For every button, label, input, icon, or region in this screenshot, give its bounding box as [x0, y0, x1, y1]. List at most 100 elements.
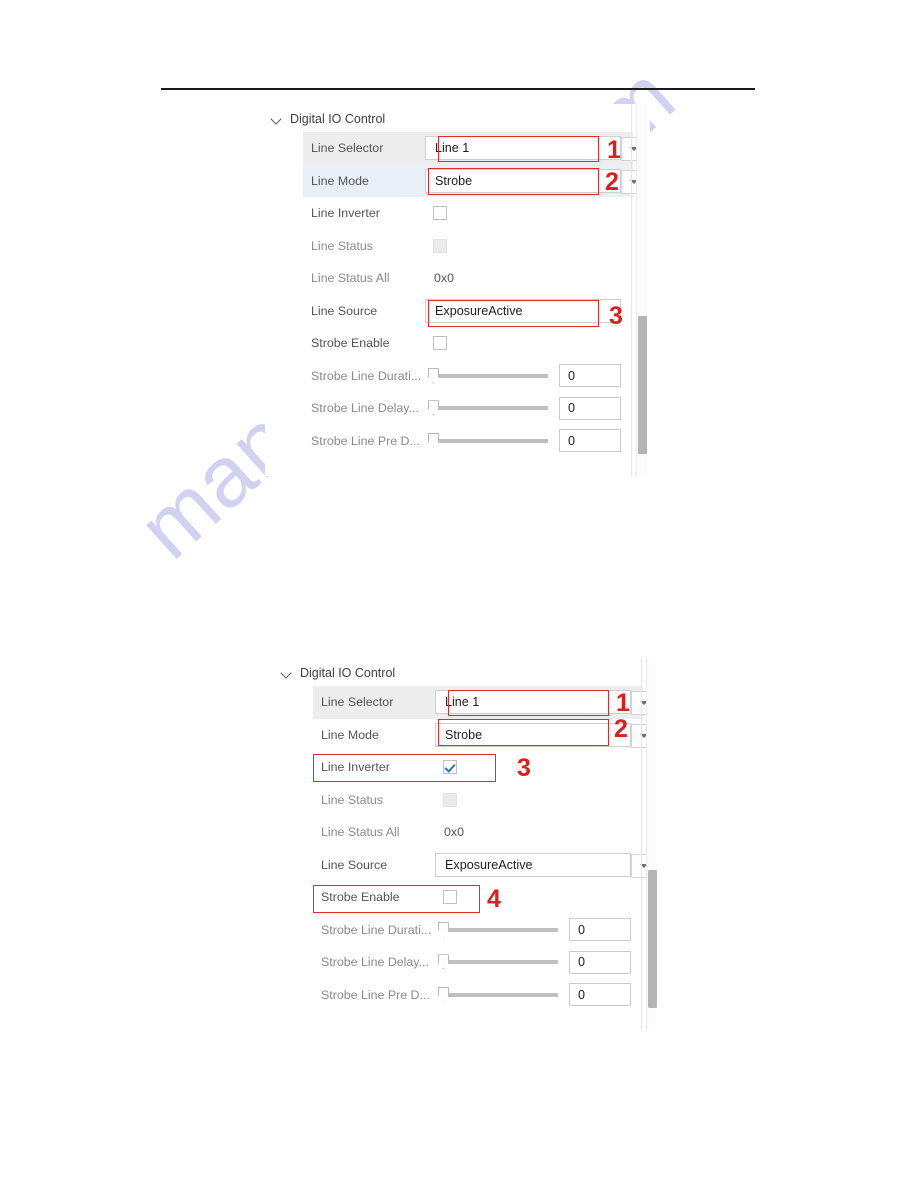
group-title: Digital IO Control	[290, 112, 386, 126]
scrollbar-thumb[interactable]	[638, 316, 647, 454]
line-inverter-checkbox[interactable]	[443, 760, 457, 775]
row-line-mode[interactable]: Line Mode Strobe	[313, 719, 656, 752]
group-header[interactable]: Digital IO Control	[281, 662, 395, 684]
line-selector-combo[interactable]: Line 1	[425, 136, 646, 162]
line-status-all-value: 0x0	[444, 825, 464, 840]
slider-thumb[interactable]	[428, 400, 439, 416]
strobe-line-duration-slider[interactable]	[428, 367, 548, 384]
row-line-selector[interactable]: Line Selector Line 1	[313, 686, 656, 719]
slider-thumb[interactable]	[438, 986, 449, 1002]
label-line-selector: Line Selector	[321, 695, 394, 710]
strobe-line-delay-slider[interactable]	[438, 954, 558, 970]
row-line-inverter[interactable]: Line Inverter	[303, 197, 633, 230]
line-status-checkbox	[433, 238, 447, 253]
strobe-line-delay-input[interactable]: 0	[569, 950, 631, 974]
slider-track	[447, 927, 558, 932]
value-strobe-line-pre-delay: 0	[435, 979, 643, 1012]
line-source-combo[interactable]: ExposureActive	[425, 298, 621, 323]
value-line-status	[425, 230, 633, 263]
row-strobe-line-delay[interactable]: Strobe Line Delay... 0	[303, 392, 633, 425]
group-header[interactable]: Digital IO Control	[271, 108, 385, 130]
strobe-line-pre-delay-input[interactable]: 0	[559, 429, 621, 453]
value-line-status-all: 0x0	[425, 262, 633, 295]
row-line-status: Line Status	[313, 784, 643, 817]
strobe-line-delay-input[interactable]: 0	[559, 396, 621, 420]
panel-separator	[641, 658, 642, 1030]
row-strobe-enable[interactable]: Strobe Enable	[303, 327, 633, 360]
property-grid: Line Selector Line 1 Line Mode Strobe Li…	[313, 686, 656, 1012]
label-line-status-all: Line Status All	[311, 271, 390, 286]
page-header-rule	[161, 88, 755, 90]
value-line-inverter	[425, 197, 633, 230]
annotation-number-4: 4	[487, 885, 501, 913]
chevron-down-icon[interactable]	[271, 114, 282, 125]
strobe-line-pre-delay-slider[interactable]	[438, 986, 558, 1003]
slider-thumb[interactable]	[438, 954, 449, 970]
row-strobe-line-pre-delay[interactable]: Strobe Line Pre D... 0	[303, 425, 633, 458]
line-inverter-checkbox[interactable]	[433, 206, 447, 221]
line-status-all-value: 0x0	[434, 271, 454, 286]
value-line-selector: Line 1	[425, 132, 646, 165]
figure-digital-io-control-2: Digital IO Control Line Selector Line 1 …	[275, 658, 660, 1030]
label-line-status: Line Status	[311, 238, 373, 253]
label-strobe-line-pre-delay: Strobe Line Pre D...	[321, 987, 430, 1002]
line-selector-combo[interactable]: Line 1	[435, 690, 656, 716]
line-mode-value: Strobe	[435, 173, 473, 188]
strobe-line-duration-input[interactable]: 0	[559, 364, 621, 388]
strobe-line-duration-input[interactable]: 0	[569, 918, 631, 942]
label-strobe-line-duration: Strobe Line Durati...	[311, 368, 422, 383]
row-line-selector[interactable]: Line Selector Line 1	[303, 132, 646, 165]
line-mode-combo[interactable]: Strobe	[435, 722, 656, 748]
row-line-inverter[interactable]: Line Inverter	[313, 751, 643, 784]
scrollbar-thumb[interactable]	[648, 870, 657, 1008]
row-strobe-line-pre-delay[interactable]: Strobe Line Pre D... 0	[313, 979, 643, 1012]
value-line-mode: Strobe	[435, 719, 656, 752]
row-line-source[interactable]: Line Source ExposureActive	[303, 295, 633, 328]
line-status-checkbox	[443, 792, 457, 807]
label-strobe-enable: Strobe Enable	[311, 336, 390, 351]
slider-track	[437, 373, 548, 378]
row-line-status-all: Line Status All 0x0	[303, 262, 633, 295]
strobe-line-pre-delay-slider[interactable]	[428, 432, 548, 449]
row-line-status-all: Line Status All 0x0	[313, 816, 643, 849]
line-mode-value: Strobe	[445, 727, 483, 742]
slider-thumb[interactable]	[428, 367, 439, 383]
group-title: Digital IO Control	[300, 666, 396, 680]
slider-track	[437, 438, 548, 443]
label-line-mode: Line Mode	[321, 727, 379, 742]
row-strobe-line-duration[interactable]: Strobe Line Durati... 0	[313, 914, 643, 947]
row-strobe-enable[interactable]: Strobe Enable	[313, 881, 643, 914]
slider-thumb[interactable]	[428, 432, 439, 448]
label-line-inverter: Line Inverter	[311, 206, 380, 221]
value-line-selector: Line 1	[435, 686, 656, 719]
chevron-down-icon[interactable]	[281, 668, 292, 679]
line-source-combo[interactable]: ExposureActive	[435, 852, 656, 878]
annotation-number-1: 1	[607, 136, 621, 164]
slider-thumb[interactable]	[438, 921, 449, 937]
value-line-source: ExposureActive	[435, 849, 656, 882]
panel-scrollbar[interactable]	[636, 104, 647, 476]
line-selector-value: Line 1	[435, 141, 470, 156]
strobe-line-pre-delay-input[interactable]: 0	[569, 983, 631, 1007]
row-strobe-line-delay[interactable]: Strobe Line Delay... 0	[313, 946, 643, 979]
row-line-source[interactable]: Line Source ExposureActive	[313, 849, 656, 882]
value-strobe-line-pre-delay: 0	[425, 425, 633, 458]
row-strobe-line-duration[interactable]: Strobe Line Durati... 0	[303, 360, 633, 393]
label-line-status: Line Status	[321, 792, 383, 807]
label-line-selector: Line Selector	[311, 141, 384, 156]
line-mode-combo[interactable]: Strobe	[425, 168, 646, 194]
annotation-number-2: 2	[605, 168, 619, 196]
strobe-enable-checkbox[interactable]	[443, 890, 457, 905]
value-strobe-line-delay: 0	[425, 392, 633, 425]
value-line-inverter	[435, 751, 643, 784]
panel-scrollbar[interactable]	[646, 658, 657, 1030]
label-strobe-enable: Strobe Enable	[321, 890, 400, 905]
strobe-line-delay-slider[interactable]	[428, 400, 548, 416]
strobe-line-duration-slider[interactable]	[438, 921, 558, 938]
row-line-mode[interactable]: Line Mode Strobe	[303, 164, 646, 197]
value-line-status-all: 0x0	[435, 816, 643, 849]
slider-track	[437, 406, 548, 411]
strobe-enable-checkbox[interactable]	[433, 336, 447, 351]
annotation-number-3: 3	[609, 302, 623, 330]
property-grid: Line Selector Line 1 Line Mode Strobe Li…	[303, 132, 646, 458]
